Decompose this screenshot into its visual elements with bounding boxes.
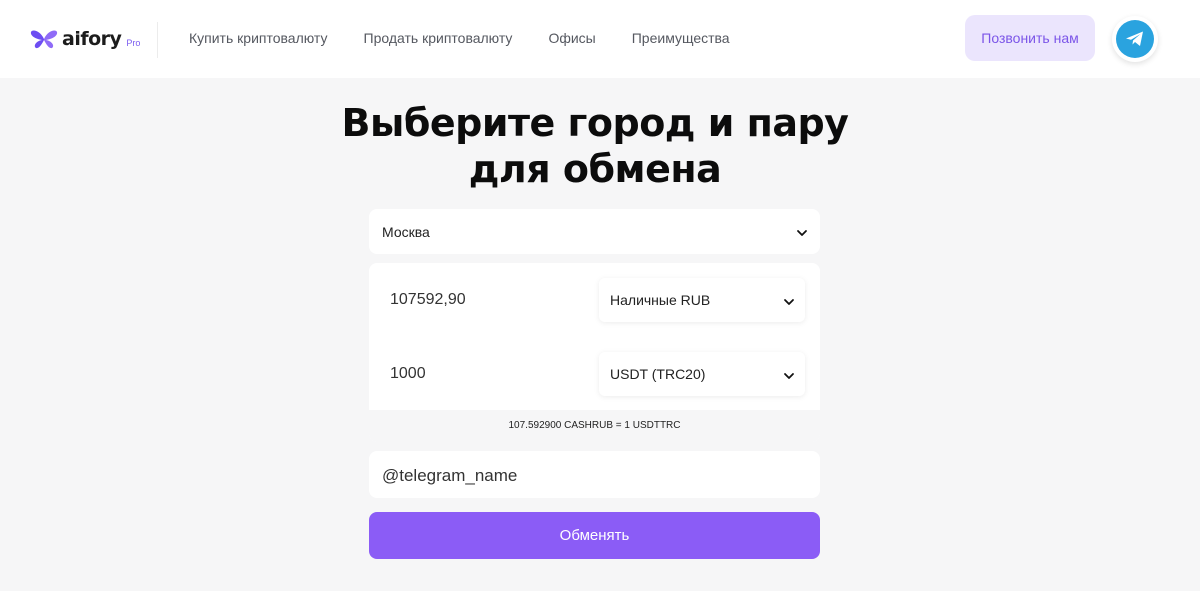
chevron-down-icon [784, 373, 794, 379]
main-nav: Купить криптовалюту Продать криптовалюту… [189, 30, 730, 46]
exchange-rate-text: 107.592900 CASHRUB = 1 USDTTRC [508, 420, 681, 431]
get-currency-value: USDT (TRC20) [610, 366, 706, 382]
telegram-username-input[interactable]: @telegram_name [369, 451, 820, 498]
exchange-form: 107592,90 Наличные RUB 1000 USDT (TRC20)… [369, 263, 820, 442]
nav-buy-crypto[interactable]: Купить криптовалюту [189, 30, 328, 46]
page-title-line2: для обмена [468, 147, 722, 191]
city-select[interactable]: Москва [369, 209, 820, 254]
exchange-rate-bar: 107.592900 CASHRUB = 1 USDTTRC [369, 410, 820, 442]
logo-pro-label: Pro [126, 38, 141, 48]
get-currency-select[interactable]: USDT (TRC20) [599, 352, 805, 396]
chevron-down-icon [797, 230, 807, 236]
telegram-username-placeholder: @telegram_name [382, 466, 518, 485]
nav-advantages[interactable]: Преимущества [632, 30, 730, 46]
chevron-down-icon [784, 299, 794, 305]
nav-offices[interactable]: Офисы [548, 30, 595, 46]
telegram-icon [1116, 20, 1154, 58]
butterfly-icon [30, 30, 58, 49]
page-title-line1: Выберите город и пару [341, 101, 849, 145]
site-header: aifory Pro Купить криптовалюту Продать к… [0, 0, 1200, 78]
call-us-button[interactable]: Позвонить нам [965, 15, 1095, 61]
give-currency-value: Наличные RUB [610, 292, 711, 308]
nav-sell-crypto[interactable]: Продать криптовалюту [364, 30, 513, 46]
header-divider [157, 22, 158, 58]
logo[interactable]: aifory Pro [30, 26, 140, 52]
get-amount-input[interactable]: 1000 [390, 365, 426, 383]
telegram-button[interactable] [1112, 16, 1158, 62]
exchange-submit-button[interactable]: Обменять [369, 512, 820, 559]
give-amount-input[interactable]: 107592,90 [390, 291, 466, 309]
logo-text: aifory [62, 28, 122, 50]
city-select-value: Москва [382, 224, 430, 240]
give-currency-select[interactable]: Наличные RUB [599, 278, 805, 322]
page-title: Выберите город и пару для обмена [0, 100, 1190, 192]
